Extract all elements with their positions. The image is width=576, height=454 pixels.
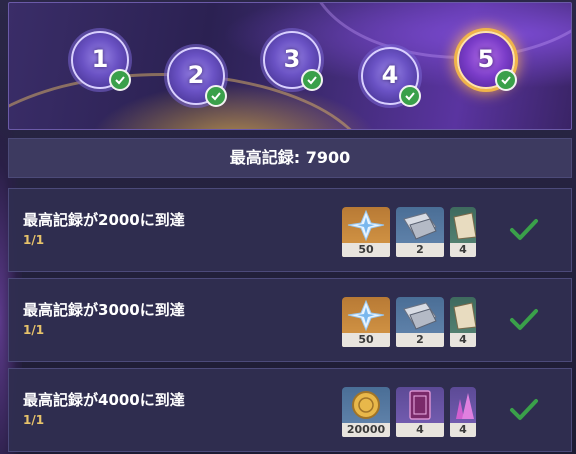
completed-check-icon [399, 85, 421, 107]
reward-primogem[interactable]: 50 [342, 207, 390, 257]
reward-crystal[interactable]: 4 [450, 387, 476, 437]
task-title: 最高記録が3000に到達 [23, 301, 185, 319]
reward-hero-wit[interactable]: 4 [450, 297, 476, 347]
best-record-text: 最高記録: 7900 [229, 148, 351, 167]
task-progress: 1/1 [23, 233, 45, 247]
completed-check-icon [495, 69, 517, 91]
task-row: 最高記録が3000に到達 1/1 50 2 4 [8, 278, 572, 362]
reward-quantity: 2 [396, 333, 444, 347]
mora-coin-icon [352, 391, 380, 419]
completed-check-icon [109, 69, 131, 91]
completed-check-icon [510, 219, 538, 240]
stage-5-button[interactable]: 5 [457, 31, 517, 91]
stage-3-button[interactable]: 3 [263, 31, 323, 91]
reward-hero-wit[interactable]: 4 [450, 207, 476, 257]
reward-quantity: 4 [450, 423, 476, 437]
reward-quantity: 4 [450, 333, 476, 347]
task-row: 最高記録が4000に到達 1/1 20000 4 4 [8, 368, 572, 452]
reward-quantity: 50 [342, 333, 390, 347]
reward-primogem[interactable]: 50 [342, 297, 390, 347]
completed-check-icon [205, 85, 227, 107]
talent-book-icon [409, 390, 431, 420]
completed-check-icon [301, 69, 323, 91]
reward-talent-book[interactable]: 4 [396, 387, 444, 437]
hero-wit-book-icon [453, 212, 476, 240]
crystal-material-icon [456, 393, 474, 419]
reward-quantity: 4 [396, 423, 444, 437]
task-progress: 1/1 [23, 413, 45, 427]
reward-mystic-ore[interactable]: 2 [396, 297, 444, 347]
banner-swirl [309, 3, 571, 59]
task-row: 最高記録が2000に到達 1/1 50 2 4 [8, 188, 572, 272]
stage-2-button[interactable]: 2 [167, 47, 227, 107]
reward-quantity: 50 [342, 243, 390, 257]
reward-mora[interactable]: 20000 [342, 387, 390, 437]
mystic-ore-icon [403, 212, 437, 240]
reward-quantity: 20000 [342, 423, 390, 437]
completed-check-icon [510, 309, 538, 330]
task-title: 最高記録が2000に到達 [23, 211, 185, 229]
stage-1-button[interactable]: 1 [71, 31, 131, 91]
task-progress: 1/1 [23, 323, 45, 337]
hero-wit-book-icon [453, 302, 476, 330]
stage-banner: 1 2 3 4 5 [8, 2, 572, 130]
best-record-bar: 最高記録: 7900 [8, 138, 572, 178]
mystic-ore-icon [403, 302, 437, 330]
task-title: 最高記録が4000に到達 [23, 391, 185, 409]
reward-quantity: 4 [450, 243, 476, 257]
reward-mystic-ore[interactable]: 2 [396, 207, 444, 257]
primogem-icon [347, 299, 385, 332]
reward-quantity: 2 [396, 243, 444, 257]
completed-check-icon [510, 399, 538, 420]
stage-4-button[interactable]: 4 [361, 47, 421, 107]
primogem-icon [347, 209, 385, 242]
